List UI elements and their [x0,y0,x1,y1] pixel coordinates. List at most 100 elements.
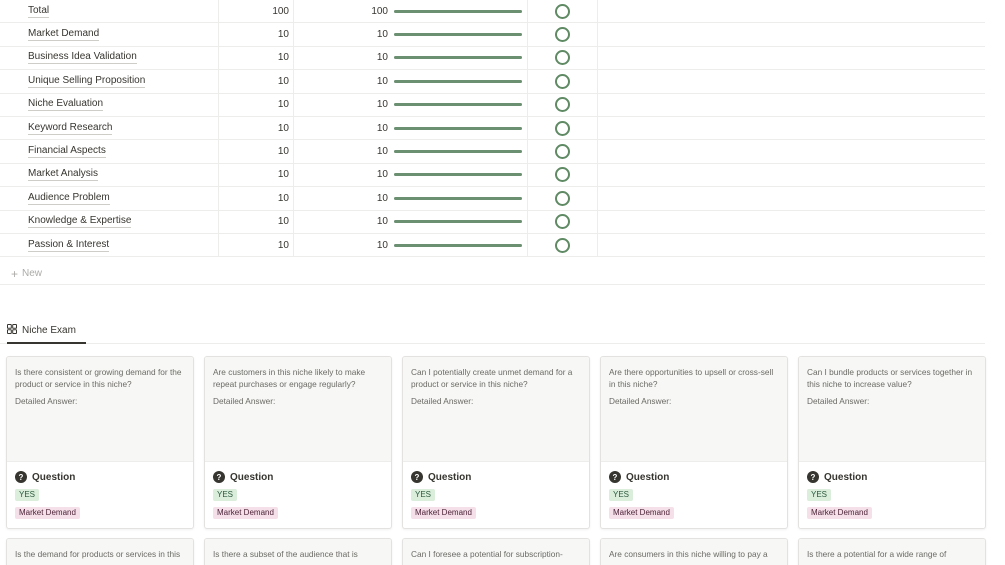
gallery-card[interactable]: Can I potentially create unmet demand fo… [402,356,590,529]
table-row[interactable]: Knowledge & Expertise 10 10 [0,211,985,234]
card-answer-label: Detailed Answer: [609,396,672,406]
row-name-text: Audience Problem [28,191,110,205]
row-max-score: 10 [277,122,289,134]
gallery-icon [7,323,17,337]
card-answer-label: Detailed Answer: [807,396,870,406]
row-max-score: 10 [277,146,289,158]
row-name-text: Financial Aspects [28,145,106,159]
card-title-text: Question [428,471,472,483]
progress-fill [394,243,522,247]
card-title-text: Question [626,471,670,483]
card-preview: Can I potentially create unmet demand fo… [403,357,589,462]
card-question: Can I bundle products or services togeth… [807,367,973,389]
row-name[interactable]: Total [28,0,216,22]
card-title: ? Question [15,470,185,484]
plus-icon: + [11,266,19,281]
row-progress [394,164,522,186]
table-row[interactable]: Market Analysis 10 10 [0,164,985,188]
table-row[interactable]: Business Idea Validation 10 10 [0,47,985,71]
table-row[interactable]: Total 100 100 [0,0,985,24]
row-status [527,164,597,186]
row-progress [394,23,522,45]
row-max-score: 10 [277,216,289,228]
tab-niche-exam[interactable]: Niche Exam [7,318,86,344]
row-name[interactable]: Passion & Interest [28,234,216,256]
card-preview: Is there a potential for a wide range of [799,539,985,565]
card-preview: Is there consistent or growing demand fo… [7,357,193,462]
view-tabbar: Niche Exam [0,318,985,344]
question-circle-icon: ? [15,471,27,483]
row-name[interactable]: Market Analysis [28,164,216,186]
gallery-card[interactable]: Is there a potential for a wide range of [798,538,986,565]
row-max-score: 10 [277,239,289,251]
gallery-card[interactable]: Is the demand for products or services i… [6,538,194,565]
progress-track [394,196,522,200]
card-properties: ? Question YES Market Demand [601,462,787,528]
circle-check-icon [554,120,570,136]
row-max-score: 10 [277,75,289,87]
progress-fill [394,56,522,60]
progress-fill [394,150,522,154]
card-question: Is there consistent or growing demand fo… [15,367,182,389]
row-progress [394,0,522,22]
category-tag: Market Demand [15,507,80,519]
row-name[interactable]: Niche Evaluation [28,94,216,116]
gallery-card[interactable]: Can I foresee a potential for subscripti… [402,538,590,565]
row-name[interactable]: Knowledge & Expertise [28,211,216,233]
row-score: 10 [376,29,388,41]
row-score: 10 [376,122,388,134]
row-name[interactable]: Keyword Research [28,117,216,139]
card-preview: Can I bundle products or services togeth… [799,357,985,462]
table-row[interactable]: Unique Selling Proposition 10 10 [0,70,985,94]
table-row[interactable]: Niche Evaluation 10 10 [0,94,985,117]
table-row[interactable]: Audience Problem 10 10 [0,187,985,211]
category-tag: Market Demand [807,507,872,519]
row-status [527,0,597,22]
card-title-text: Question [230,471,274,483]
row-status [527,94,597,116]
row-score: 10 [376,75,388,87]
table-row[interactable]: Keyword Research 10 10 [0,117,985,141]
progress-track [394,173,522,177]
circle-check-icon [554,3,570,19]
new-row-label: New [22,268,43,279]
status-tag: YES [213,489,238,501]
row-name-text: Unique Selling Proposition [28,74,146,88]
row-name-text: Business Idea Validation [28,51,137,65]
card-question: Are consumers in this niche willing to p… [609,549,768,559]
row-score: 10 [376,169,388,181]
card-properties: ? Question YES Market Demand [7,462,193,528]
row-name[interactable]: Business Idea Validation [28,47,216,69]
row-status [527,211,597,233]
gallery-card[interactable]: Is there consistent or growing demand fo… [6,356,194,529]
circle-check-icon [554,73,570,89]
row-progress [394,47,522,69]
progress-track [394,9,522,13]
gallery-card[interactable]: Are consumers in this niche willing to p… [600,538,788,565]
row-name[interactable]: Audience Problem [28,187,216,209]
table-row[interactable]: Financial Aspects 10 10 [0,140,985,164]
category-tag: Market Demand [411,507,476,519]
card-title-text: Question [32,471,76,483]
table-row[interactable]: Passion & Interest 10 10 [0,234,985,258]
gallery-card[interactable]: Are customers in this niche likely to ma… [204,356,392,529]
progress-track [394,33,522,37]
table-row[interactable]: Market Demand 10 10 [0,23,985,47]
progress-fill [394,196,522,200]
card-title: ? Question [807,470,977,484]
gallery-card[interactable]: Can I bundle products or services togeth… [798,356,986,529]
question-circle-icon: ? [807,471,819,483]
circle-check-icon [554,50,570,66]
row-status [527,140,597,162]
category-tag: Market Demand [609,507,674,519]
row-name-text: Market Analysis [28,168,99,182]
progress-fill [394,33,522,37]
row-name[interactable]: Market Demand [28,23,216,45]
row-score: 10 [376,146,388,158]
card-question: Can I foresee a potential for subscripti… [411,549,563,559]
gallery-card[interactable]: Is there a subset of the audience that i… [204,538,392,565]
new-row-button[interactable]: + New [0,263,985,285]
row-name[interactable]: Unique Selling Proposition [28,70,216,92]
gallery-card[interactable]: Are there opportunities to upsell or cro… [600,356,788,529]
row-name[interactable]: Financial Aspects [28,140,216,162]
